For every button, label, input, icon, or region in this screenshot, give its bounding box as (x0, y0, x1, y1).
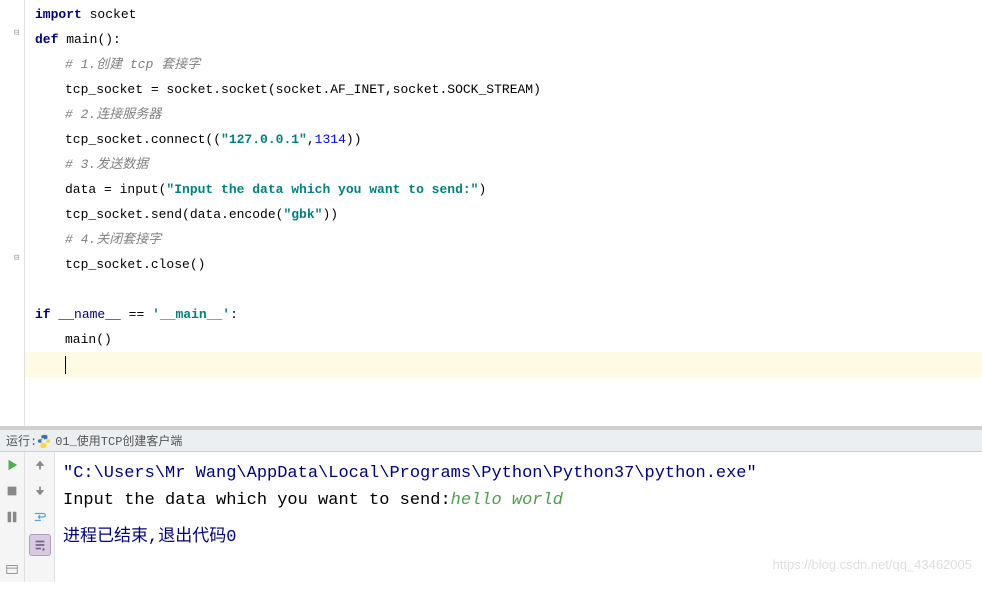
code-line[interactable]: if __name__ == '__main__': (35, 302, 982, 327)
scroll-to-end-button[interactable] (29, 534, 51, 556)
layout-button[interactable] (3, 560, 21, 578)
current-line-highlight (25, 352, 982, 377)
rerun-button[interactable] (3, 456, 21, 474)
code-line[interactable]: # 2.连接服务器 (35, 102, 982, 127)
console-output[interactable]: "C:\Users\Mr Wang\AppData\Local\Programs… (55, 452, 982, 582)
keyword: import (35, 7, 82, 22)
python-icon (37, 434, 51, 448)
caret-line[interactable] (35, 352, 66, 377)
code-line[interactable]: import socket (35, 2, 982, 27)
code-line[interactable]: def main(): (35, 27, 982, 52)
pause-button[interactable] (3, 508, 21, 526)
code-editor[interactable]: ⊟ ⊟ import socket def main(): # 1.创建 tcp… (0, 0, 982, 426)
watermark-text: https://blog.csdn.net/qq_43462005 (773, 555, 973, 576)
up-button[interactable] (31, 456, 49, 474)
run-config-name: 01_使用TCP创建客户端 (55, 432, 182, 449)
console-path: "C:\Users\Mr Wang\AppData\Local\Programs… (63, 464, 757, 483)
code-line[interactable]: tcp_socket = socket.socket(socket.AF_INE… (35, 77, 982, 102)
editor-gutter: ⊟ ⊟ (0, 0, 25, 426)
stop-button[interactable] (3, 482, 21, 500)
fold-marker-icon[interactable]: ⊟ (14, 28, 19, 38)
soft-wrap-button[interactable] (31, 508, 49, 526)
console-prompt: Input the data which you want to send: (63, 491, 451, 510)
code-line[interactable]: # 1.创建 tcp 套接字 (35, 52, 982, 77)
code-line[interactable]: tcp_socket.send(data.encode("gbk")) (35, 202, 982, 227)
text-caret (65, 356, 66, 374)
run-panel-header[interactable]: 运行: 01_使用TCP创建客户端 (0, 430, 982, 452)
console-user-input: hello world (451, 491, 563, 510)
code-pane[interactable]: import socket def main(): # 1.创建 tcp 套接字… (25, 0, 982, 426)
keyword: def (35, 32, 58, 47)
run-tab-label: 运行: (6, 432, 37, 449)
code-line[interactable]: data = input("Input the data which you w… (35, 177, 982, 202)
code-line[interactable]: # 3.发送数据 (35, 152, 982, 177)
fold-marker-icon[interactable]: ⊟ (14, 253, 19, 263)
run-toolbar-primary (0, 452, 25, 582)
code-line[interactable]: tcp_socket.connect(("127.0.0.1",1314)) (35, 127, 982, 152)
code-line[interactable]: # 4.关闭套接字 (35, 227, 982, 252)
run-toolbar-secondary (25, 452, 55, 582)
code-line[interactable]: main() (35, 327, 982, 352)
run-panel: "C:\Users\Mr Wang\AppData\Local\Programs… (0, 452, 982, 582)
code-line[interactable]: tcp_socket.close() (35, 252, 982, 277)
down-button[interactable] (31, 482, 49, 500)
console-exit-message: 进程已结束,退出代码0 (63, 528, 236, 547)
code-line-blank[interactable] (35, 277, 982, 302)
